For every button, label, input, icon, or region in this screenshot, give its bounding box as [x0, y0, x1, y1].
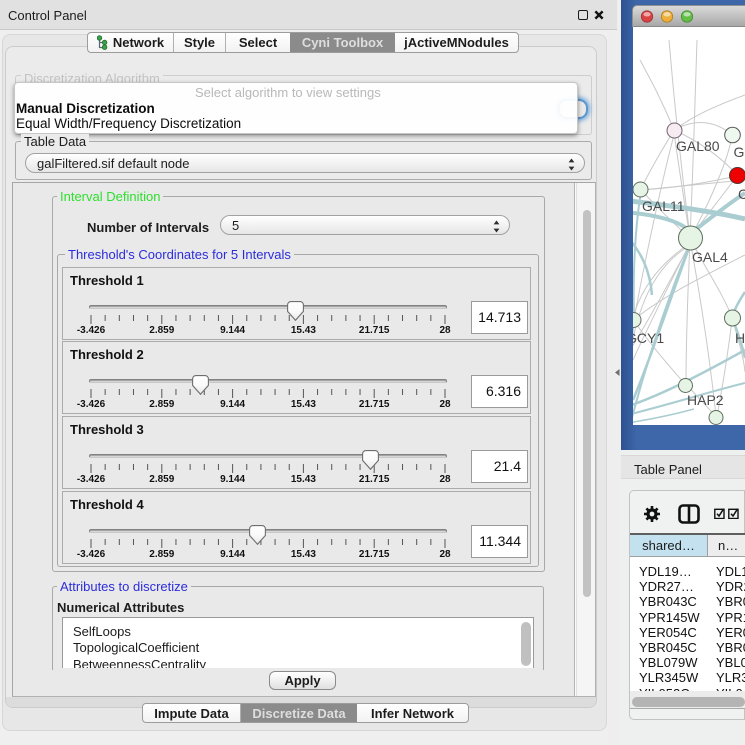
svg-text:HAP2: HAP2 [687, 392, 724, 408]
svg-text:GCY1: GCY1 [633, 330, 664, 346]
svg-text:C: C [738, 186, 745, 202]
svg-text:GAL11: GAL11 [642, 198, 685, 214]
svg-text:H: H [735, 330, 745, 346]
svg-text:G.: G. [734, 144, 745, 160]
svg-text:GAL4: GAL4 [692, 249, 728, 265]
svg-text:GAL80: GAL80 [676, 138, 720, 154]
